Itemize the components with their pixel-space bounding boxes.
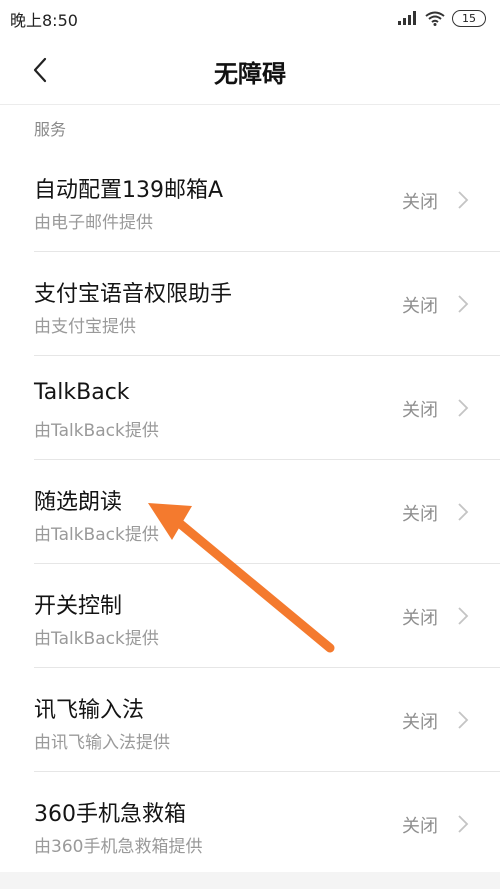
chevron-right-icon — [458, 815, 469, 833]
battery-icon: 15 — [452, 9, 486, 27]
item-title: 360手机急救箱 — [34, 802, 186, 827]
item-subtitle: 由360手机急救箱提供 — [34, 837, 203, 857]
item-subtitle: 由讯飞输入法提供 — [34, 733, 170, 753]
chevron-right-icon — [458, 607, 469, 625]
item-status: 关闭 — [402, 712, 438, 733]
wifi-icon — [425, 11, 445, 26]
item-subtitle: 由TalkBack提供 — [34, 629, 159, 649]
header: 无障碍 — [0, 36, 500, 104]
item-status: 关闭 — [402, 192, 438, 213]
list-item[interactable]: 自动配置139邮箱A 由电子邮件提供 关闭 — [0, 148, 500, 252]
list-item[interactable]: 讯飞输入法 由讯飞输入法提供 关闭 — [0, 668, 500, 772]
bottom-bar — [0, 872, 500, 889]
chevron-right-icon — [458, 503, 469, 521]
item-title: 讯飞输入法 — [34, 698, 145, 723]
chevron-right-icon — [458, 295, 469, 313]
signal-icon — [398, 11, 416, 25]
list-item[interactable]: TalkBack 由TalkBack提供 关闭 — [0, 356, 500, 460]
item-title: 开关控制 — [34, 594, 123, 619]
item-title: 随选朗读 — [34, 490, 123, 515]
list-item[interactable]: 360手机急救箱 由360手机急救箱提供 关闭 — [0, 772, 500, 876]
chevron-right-icon — [458, 399, 469, 417]
item-status: 关闭 — [402, 816, 438, 837]
list-item[interactable]: 随选朗读 由TalkBack提供 关闭 — [0, 460, 500, 564]
service-list: 自动配置139邮箱A 由电子邮件提供 关闭 支付宝语音权限助手 由支付宝提供 关… — [0, 148, 500, 876]
section-title: 服务 — [34, 120, 67, 139]
status-bar: 晚上8:50 15 — [0, 0, 500, 36]
chevron-right-icon — [458, 191, 469, 209]
item-status: 关闭 — [402, 504, 438, 525]
page-title: 无障碍 — [214, 60, 286, 88]
header-divider — [0, 104, 500, 105]
item-subtitle: 由TalkBack提供 — [34, 525, 159, 545]
item-title: 自动配置139邮箱A — [34, 178, 224, 203]
chevron-right-icon — [458, 711, 469, 729]
status-time: 晚上8:50 — [10, 11, 78, 30]
battery-level: 15 — [462, 11, 476, 25]
item-status: 关闭 — [402, 296, 438, 317]
item-subtitle: 由电子邮件提供 — [34, 213, 153, 233]
item-status: 关闭 — [402, 400, 438, 421]
item-subtitle: 由支付宝提供 — [34, 317, 136, 337]
item-title: TalkBack — [34, 380, 130, 405]
item-subtitle: 由TalkBack提供 — [34, 421, 159, 441]
status-icons: 15 — [398, 8, 486, 28]
list-item[interactable]: 开关控制 由TalkBack提供 关闭 — [0, 564, 500, 668]
list-item[interactable]: 支付宝语音权限助手 由支付宝提供 关闭 — [0, 252, 500, 356]
item-title: 支付宝语音权限助手 — [34, 282, 233, 307]
item-status: 关闭 — [402, 608, 438, 629]
